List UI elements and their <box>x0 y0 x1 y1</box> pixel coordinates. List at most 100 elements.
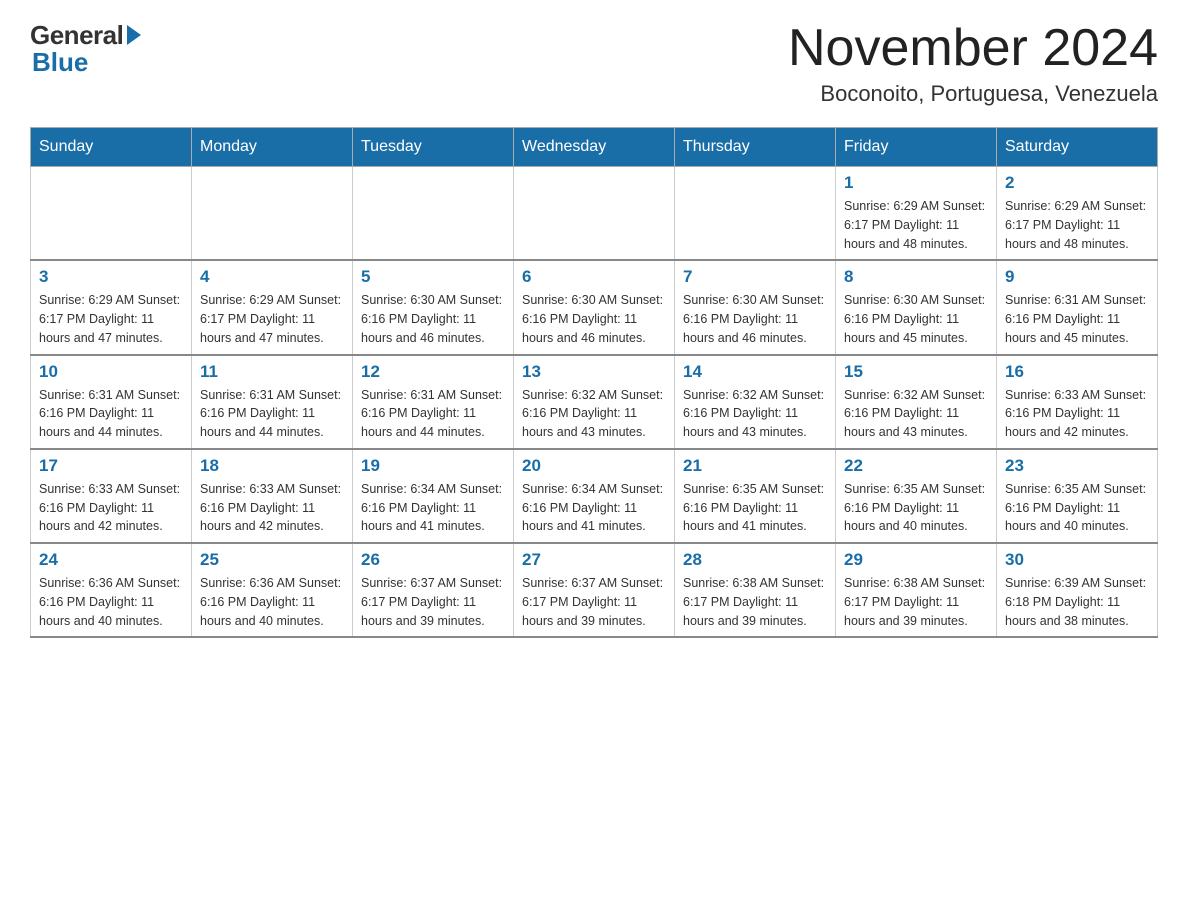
calendar-cell: 12 Sunrise: 6:31 AM Sunset: 6:16 PM Dayli… <box>353 355 514 449</box>
day-number: 19 <box>361 456 505 476</box>
logo: General Blue <box>30 20 141 78</box>
calendar-cell: 28Sunrise: 6:38 AM Sunset: 6:17 PM Dayli… <box>675 543 836 637</box>
day-info: Sunrise: 6:31 AM Sunset: 6:16 PM Dayligh… <box>361 386 505 442</box>
calendar-cell: 6 Sunrise: 6:30 AM Sunset: 6:16 PM Daylig… <box>514 260 675 354</box>
day-number: 26 <box>361 550 505 570</box>
calendar-cell: 21 Sunrise: 6:35 AM Sunset: 6:16 PM Dayli… <box>675 449 836 543</box>
day-number: 7 <box>683 267 827 287</box>
calendar-day-header: Monday <box>192 128 353 167</box>
day-number: 30 <box>1005 550 1149 570</box>
page-header: General Blue November 2024 Boconoito, Po… <box>30 20 1158 107</box>
day-number: 3 <box>39 267 183 287</box>
day-number: 18 <box>200 456 344 476</box>
calendar-cell: 9Sunrise: 6:31 AM Sunset: 6:16 PM Daylig… <box>997 260 1158 354</box>
calendar-cell: 20 Sunrise: 6:34 AM Sunset: 6:16 PM Dayli… <box>514 449 675 543</box>
calendar-cell: 14 Sunrise: 6:32 AM Sunset: 6:16 PM Dayli… <box>675 355 836 449</box>
day-number: 11 <box>200 362 344 382</box>
day-info: Sunrise: 6:31 AM Sunset: 6:16 PM Dayligh… <box>1005 291 1149 347</box>
day-info: Sunrise: 6:33 AM Sunset: 6:16 PM Dayligh… <box>200 480 344 536</box>
calendar-day-header: Friday <box>836 128 997 167</box>
day-number: 4 <box>200 267 344 287</box>
calendar-cell: 16 Sunrise: 6:33 AM Sunset: 6:16 PM Dayli… <box>997 355 1158 449</box>
day-number: 10 <box>39 362 183 382</box>
calendar-cell: 3 Sunrise: 6:29 AM Sunset: 6:17 PM Daylig… <box>31 260 192 354</box>
calendar-week-row: 10 Sunrise: 6:31 AM Sunset: 6:16 PM Dayli… <box>31 355 1158 449</box>
day-info: Sunrise: 6:32 AM Sunset: 6:16 PM Dayligh… <box>683 386 827 442</box>
calendar-cell: 18 Sunrise: 6:33 AM Sunset: 6:16 PM Dayli… <box>192 449 353 543</box>
calendar-cell: 23Sunrise: 6:35 AM Sunset: 6:16 PM Dayli… <box>997 449 1158 543</box>
day-number: 23 <box>1005 456 1149 476</box>
calendar-cell: 5Sunrise: 6:30 AM Sunset: 6:16 PM Daylig… <box>353 260 514 354</box>
calendar-cell: 29 Sunrise: 6:38 AM Sunset: 6:17 PM Dayli… <box>836 543 997 637</box>
day-info: Sunrise: 6:36 AM Sunset: 6:16 PM Dayligh… <box>39 574 183 630</box>
page-subtitle: Boconoito, Portuguesa, Venezuela <box>788 81 1158 107</box>
calendar-cell: 15Sunrise: 6:32 AM Sunset: 6:16 PM Dayli… <box>836 355 997 449</box>
day-info: Sunrise: 6:33 AM Sunset: 6:16 PM Dayligh… <box>39 480 183 536</box>
day-info: Sunrise: 6:30 AM Sunset: 6:16 PM Dayligh… <box>844 291 988 347</box>
day-number: 16 <box>1005 362 1149 382</box>
day-info: Sunrise: 6:39 AM Sunset: 6:18 PM Dayligh… <box>1005 574 1149 630</box>
calendar-cell: 22 Sunrise: 6:35 AM Sunset: 6:16 PM Dayli… <box>836 449 997 543</box>
calendar-week-row: 17 Sunrise: 6:33 AM Sunset: 6:16 PM Dayli… <box>31 449 1158 543</box>
calendar-week-row: 24 Sunrise: 6:36 AM Sunset: 6:16 PM Dayli… <box>31 543 1158 637</box>
calendar-cell: 25 Sunrise: 6:36 AM Sunset: 6:16 PM Dayli… <box>192 543 353 637</box>
calendar-cell: 8 Sunrise: 6:30 AM Sunset: 6:16 PM Daylig… <box>836 260 997 354</box>
day-number: 15 <box>844 362 988 382</box>
day-number: 25 <box>200 550 344 570</box>
day-number: 20 <box>522 456 666 476</box>
day-number: 2 <box>1005 173 1149 193</box>
calendar-cell: 13 Sunrise: 6:32 AM Sunset: 6:16 PM Dayli… <box>514 355 675 449</box>
calendar-table: SundayMondayTuesdayWednesdayThursdayFrid… <box>30 127 1158 638</box>
day-number: 1 <box>844 173 988 193</box>
day-info: Sunrise: 6:29 AM Sunset: 6:17 PM Dayligh… <box>844 197 988 253</box>
day-number: 8 <box>844 267 988 287</box>
day-number: 14 <box>683 362 827 382</box>
day-number: 21 <box>683 456 827 476</box>
calendar-cell: 2 Sunrise: 6:29 AM Sunset: 6:17 PM Daylig… <box>997 167 1158 261</box>
day-number: 17 <box>39 456 183 476</box>
calendar-day-header: Thursday <box>675 128 836 167</box>
day-info: Sunrise: 6:33 AM Sunset: 6:16 PM Dayligh… <box>1005 386 1149 442</box>
day-info: Sunrise: 6:35 AM Sunset: 6:16 PM Dayligh… <box>844 480 988 536</box>
calendar-cell: 26Sunrise: 6:37 AM Sunset: 6:17 PM Dayli… <box>353 543 514 637</box>
calendar-cell: 11Sunrise: 6:31 AM Sunset: 6:16 PM Dayli… <box>192 355 353 449</box>
calendar-header: SundayMondayTuesdayWednesdayThursdayFrid… <box>31 128 1158 167</box>
day-info: Sunrise: 6:36 AM Sunset: 6:16 PM Dayligh… <box>200 574 344 630</box>
day-info: Sunrise: 6:29 AM Sunset: 6:17 PM Dayligh… <box>39 291 183 347</box>
calendar-cell: 24 Sunrise: 6:36 AM Sunset: 6:16 PM Dayli… <box>31 543 192 637</box>
day-info: Sunrise: 6:30 AM Sunset: 6:16 PM Dayligh… <box>361 291 505 347</box>
day-info: Sunrise: 6:34 AM Sunset: 6:16 PM Dayligh… <box>522 480 666 536</box>
day-number: 29 <box>844 550 988 570</box>
calendar-cell: 30 Sunrise: 6:39 AM Sunset: 6:18 PM Dayli… <box>997 543 1158 637</box>
day-info: Sunrise: 6:29 AM Sunset: 6:17 PM Dayligh… <box>1005 197 1149 253</box>
calendar-cell: 1 Sunrise: 6:29 AM Sunset: 6:17 PM Daylig… <box>836 167 997 261</box>
calendar-cell <box>675 167 836 261</box>
calendar-cell <box>353 167 514 261</box>
calendar-day-header: Tuesday <box>353 128 514 167</box>
day-number: 12 <box>361 362 505 382</box>
day-number: 24 <box>39 550 183 570</box>
day-number: 13 <box>522 362 666 382</box>
day-info: Sunrise: 6:35 AM Sunset: 6:16 PM Dayligh… <box>683 480 827 536</box>
day-info: Sunrise: 6:32 AM Sunset: 6:16 PM Dayligh… <box>522 386 666 442</box>
page-title: November 2024 <box>788 20 1158 77</box>
day-number: 22 <box>844 456 988 476</box>
day-info: Sunrise: 6:38 AM Sunset: 6:17 PM Dayligh… <box>844 574 988 630</box>
calendar-week-row: 3 Sunrise: 6:29 AM Sunset: 6:17 PM Daylig… <box>31 260 1158 354</box>
day-number: 27 <box>522 550 666 570</box>
calendar-week-row: 1 Sunrise: 6:29 AM Sunset: 6:17 PM Daylig… <box>31 167 1158 261</box>
calendar-body: 1 Sunrise: 6:29 AM Sunset: 6:17 PM Daylig… <box>31 167 1158 638</box>
day-info: Sunrise: 6:31 AM Sunset: 6:16 PM Dayligh… <box>39 386 183 442</box>
calendar-cell: 4Sunrise: 6:29 AM Sunset: 6:17 PM Daylig… <box>192 260 353 354</box>
day-info: Sunrise: 6:30 AM Sunset: 6:16 PM Dayligh… <box>522 291 666 347</box>
title-block: November 2024 Boconoito, Portuguesa, Ven… <box>788 20 1158 107</box>
calendar-cell: 27Sunrise: 6:37 AM Sunset: 6:17 PM Dayli… <box>514 543 675 637</box>
calendar-cell <box>31 167 192 261</box>
logo-blue-text: Blue <box>32 47 88 78</box>
calendar-cell: 17 Sunrise: 6:33 AM Sunset: 6:16 PM Dayli… <box>31 449 192 543</box>
logo-arrow-icon <box>127 25 141 45</box>
day-info: Sunrise: 6:34 AM Sunset: 6:16 PM Dayligh… <box>361 480 505 536</box>
calendar-cell: 10 Sunrise: 6:31 AM Sunset: 6:16 PM Dayli… <box>31 355 192 449</box>
day-number: 6 <box>522 267 666 287</box>
day-info: Sunrise: 6:38 AM Sunset: 6:17 PM Dayligh… <box>683 574 827 630</box>
